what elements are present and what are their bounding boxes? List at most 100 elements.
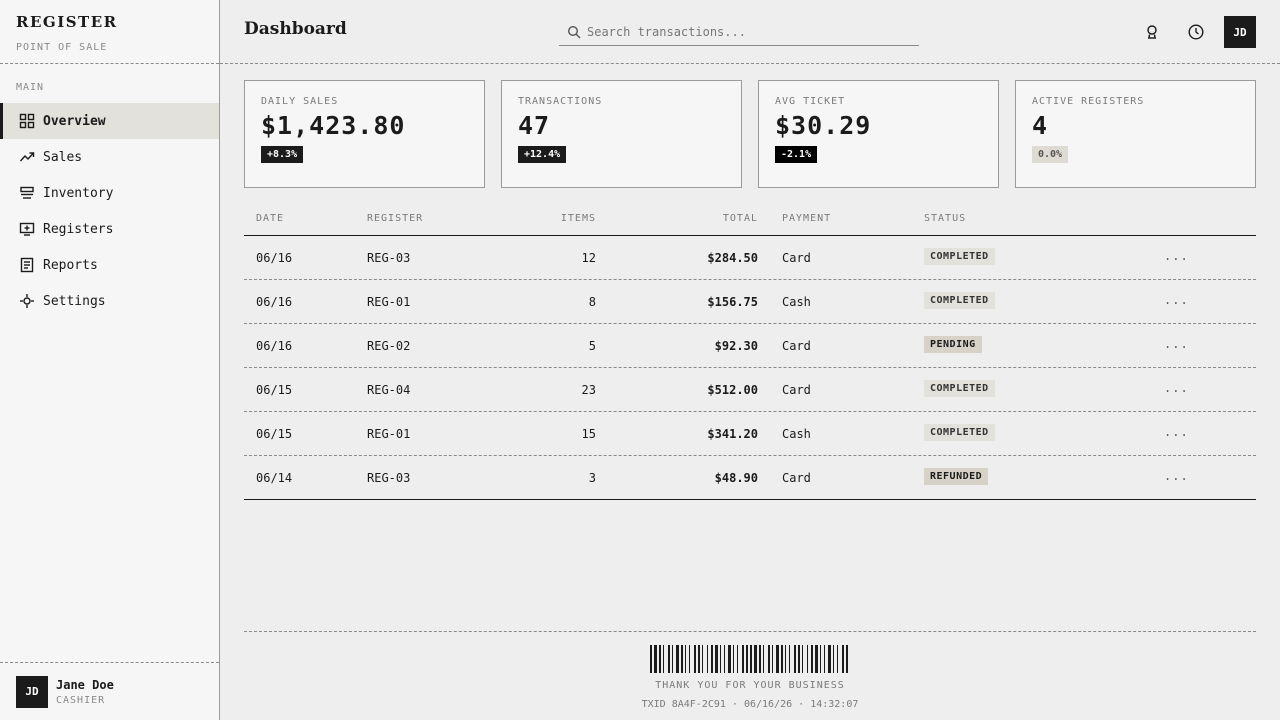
- user-profile[interactable]: JD Jane Doe CASHIER: [0, 662, 219, 720]
- search-icon: [567, 25, 581, 38]
- page-title: Dashboard: [244, 19, 347, 39]
- cell-register: REG-04: [367, 383, 411, 397]
- cell-register: REG-03: [367, 251, 411, 265]
- cell-date: 06/16: [256, 251, 293, 265]
- cell-items: 5: [588, 339, 596, 353]
- table-header: DATE REGISTER ITEMS TOTAL PAYMENT STATUS: [244, 200, 1256, 236]
- cell-date: 06/14: [256, 471, 293, 485]
- status-badge: COMPLETED: [924, 292, 995, 309]
- grid-icon: [19, 113, 35, 129]
- status-badge: PENDING: [924, 336, 982, 353]
- cell-date: 06/16: [256, 295, 293, 309]
- sidebar-item-registers[interactable]: Registers: [0, 211, 219, 247]
- stat-change-badge: -2.1%: [775, 146, 818, 163]
- cell-payment: Card: [782, 251, 811, 265]
- status-badge: REFUNDED: [924, 468, 989, 485]
- avatar: JD: [16, 675, 48, 708]
- sidebar-item-sales[interactable]: Sales: [0, 139, 219, 175]
- user-role: CASHIER: [56, 694, 106, 706]
- sidebar-item-overview[interactable]: Overview: [0, 103, 219, 139]
- user-name: Jane Doe: [56, 677, 114, 692]
- table-row[interactable]: 06/16 REG-01 8 $156.75 Cash COMPLETED ..…: [244, 280, 1256, 324]
- clock-icon[interactable]: [1188, 24, 1204, 40]
- cell-date: 06/15: [256, 427, 293, 441]
- cell-items: 12: [581, 251, 596, 265]
- transaction-id: TXID 8A4F-2C91 · 06/16/26 · 14:32:07: [641, 699, 859, 710]
- cell-total: $512.00: [707, 383, 758, 397]
- stat-card-active-registers: ACTIVE REGISTERS 4 0.0%: [1015, 80, 1256, 188]
- sidebar-item-reports[interactable]: Reports: [0, 247, 219, 283]
- document-icon: [19, 257, 35, 273]
- cell-payment: Card: [782, 339, 811, 353]
- cell-total: $92.30: [714, 339, 758, 353]
- column-header-items[interactable]: ITEMS: [536, 213, 596, 224]
- cell-total: $284.50: [707, 251, 758, 265]
- table-row[interactable]: 06/14 REG-03 3 $48.90 Card REFUNDED ...: [244, 456, 1256, 500]
- top-header: Dashboard JD: [220, 0, 1280, 64]
- sidebar-item-label: Inventory: [43, 185, 114, 201]
- thank-you-text: THANK YOU FOR YOUR BUSINESS: [655, 680, 845, 691]
- row-menu-button[interactable]: ...: [1164, 337, 1189, 351]
- row-menu-button[interactable]: ...: [1164, 469, 1189, 483]
- stat-change-badge: +12.4%: [518, 146, 567, 163]
- trend-icon: [19, 149, 35, 165]
- barcode-image: [650, 645, 848, 673]
- brand-subtitle: POINT OF SALE: [16, 42, 108, 53]
- receipt-footer: THANK YOU FOR YOUR BUSINESS TXID 8A4F-2C…: [244, 631, 1256, 720]
- column-header-payment[interactable]: PAYMENT: [782, 213, 831, 224]
- table-row[interactable]: 06/16 REG-03 12 $284.50 Card COMPLETED .…: [244, 236, 1256, 280]
- row-menu-button[interactable]: ...: [1164, 381, 1189, 395]
- column-header-register[interactable]: REGISTER: [367, 213, 423, 224]
- stat-cards: DAILY SALES $1,423.80 +8.3% TRANSACTIONS…: [244, 80, 1256, 188]
- stat-value: 47: [518, 111, 551, 140]
- sidebar-item-settings[interactable]: Settings: [0, 283, 219, 319]
- stat-card-avg-ticket: AVG TICKET $30.29 -2.1%: [758, 80, 999, 188]
- column-header-status[interactable]: STATUS: [924, 213, 966, 224]
- transactions-table: DATE REGISTER ITEMS TOTAL PAYMENT STATUS…: [244, 200, 1256, 500]
- brand-title: REGISTER: [16, 13, 118, 31]
- user-icon[interactable]: [1144, 24, 1160, 40]
- row-menu-button[interactable]: ...: [1164, 425, 1189, 439]
- stat-label: AVG TICKET: [775, 96, 846, 107]
- sidebar: REGISTER POINT OF SALE MAIN Overview Sal…: [0, 0, 220, 720]
- cell-payment: Cash: [782, 427, 811, 441]
- column-header-date[interactable]: DATE: [256, 213, 284, 224]
- brand: REGISTER POINT OF SALE: [0, 0, 219, 64]
- sidebar-item-label: Sales: [43, 149, 83, 165]
- header-avatar[interactable]: JD: [1224, 16, 1256, 48]
- row-menu-button[interactable]: ...: [1164, 249, 1189, 263]
- row-menu-button[interactable]: ...: [1164, 293, 1189, 307]
- cell-items: 8: [588, 295, 596, 309]
- sidebar-item-label: Registers: [43, 221, 114, 237]
- search-bar: [559, 18, 919, 46]
- search-input[interactable]: [587, 24, 907, 39]
- monitor-icon: [19, 221, 35, 237]
- cell-items: 23: [581, 383, 596, 397]
- stat-label: ACTIVE REGISTERS: [1032, 96, 1145, 107]
- cell-items: 3: [588, 471, 596, 485]
- stat-change-badge: 0.0%: [1032, 146, 1069, 163]
- stat-card-daily-sales: DAILY SALES $1,423.80 +8.3%: [244, 80, 485, 188]
- cell-total: $341.20: [707, 427, 758, 441]
- cell-total: $156.75: [707, 295, 758, 309]
- cell-payment: Cash: [782, 295, 811, 309]
- cell-items: 15: [581, 427, 596, 441]
- table-row[interactable]: 06/15 REG-04 23 $512.00 Card COMPLETED .…: [244, 368, 1256, 412]
- stack-icon: [19, 185, 35, 201]
- sidebar-item-inventory[interactable]: Inventory: [0, 175, 219, 211]
- stat-value: $30.29: [775, 111, 872, 140]
- status-badge: COMPLETED: [924, 380, 995, 397]
- stat-label: DAILY SALES: [261, 96, 339, 107]
- cell-register: REG-02: [367, 339, 411, 353]
- status-badge: COMPLETED: [924, 424, 995, 441]
- stat-value: $1,423.80: [261, 111, 406, 140]
- table-row[interactable]: 06/15 REG-01 15 $341.20 Cash COMPLETED .…: [244, 412, 1256, 456]
- sidebar-item-label: Reports: [43, 257, 98, 273]
- stat-change-badge: +8.3%: [261, 146, 304, 163]
- cell-payment: Card: [782, 383, 811, 397]
- sidebar-item-label: Settings: [43, 293, 106, 309]
- column-header-total[interactable]: TOTAL: [678, 213, 758, 224]
- table-row[interactable]: 06/16 REG-02 5 $92.30 Card PENDING ...: [244, 324, 1256, 368]
- status-badge: COMPLETED: [924, 248, 995, 265]
- gear-icon: [19, 293, 35, 309]
